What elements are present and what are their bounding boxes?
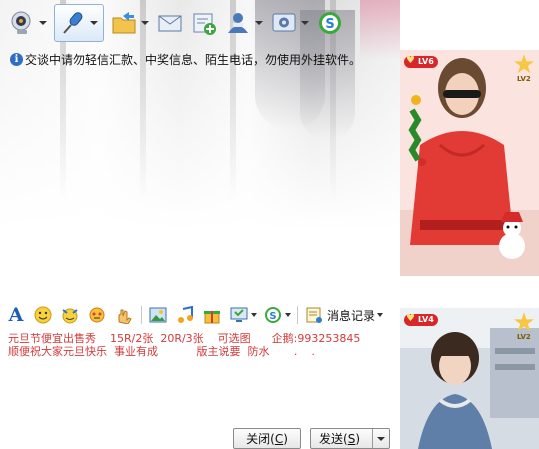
s-app-icon: S xyxy=(316,9,344,37)
chevron-down-icon[interactable] xyxy=(89,18,99,28)
screenshot-button[interactable] xyxy=(229,305,257,325)
close-hotkey: C xyxy=(274,431,284,446)
security-notice: i 交谈中请勿轻信汇款、中奖信息、陌生电话，勿使用外挂软件。 xyxy=(10,51,361,67)
message-log-label: 消息记录 xyxy=(327,308,376,323)
s-app-icon: S xyxy=(263,305,283,325)
settings-button[interactable] xyxy=(270,4,310,42)
settings-icon xyxy=(270,9,298,37)
emoji-button[interactable] xyxy=(33,305,53,325)
s-app-compose-button[interactable]: S xyxy=(263,305,291,325)
compose-toolbar: A S 消息记录 xyxy=(0,302,400,328)
nudge-button[interactable] xyxy=(114,305,134,325)
screenshot-icon xyxy=(229,305,249,325)
chevron-down-icon[interactable] xyxy=(140,18,150,28)
gift-icon xyxy=(204,311,220,324)
add-card-button[interactable] xyxy=(190,4,218,42)
star-icon: ★ LV2 xyxy=(509,310,539,341)
sticker-icon xyxy=(89,307,105,323)
hand-icon xyxy=(118,309,132,324)
info-icon: i xyxy=(10,52,23,66)
music-button[interactable] xyxy=(175,305,195,325)
svg-text:S: S xyxy=(325,17,334,32)
mail-icon xyxy=(156,9,184,37)
chevron-down-icon[interactable] xyxy=(300,18,310,28)
star-level: LV2 xyxy=(517,75,531,83)
send-options-dropdown[interactable] xyxy=(372,429,389,448)
toolbar-separator xyxy=(141,306,142,324)
wink-icon xyxy=(62,308,78,324)
self-avatar-panel[interactable]: LV4 ★LV2 xyxy=(400,308,539,449)
smiley-icon xyxy=(34,306,52,324)
webcam-button[interactable] xyxy=(8,4,48,42)
notice-text: 交谈中请勿轻信汇款、中奖信息、陌生电话，勿使用外挂软件。 xyxy=(25,52,362,67)
magic-emoji-button[interactable] xyxy=(87,305,107,325)
message-log-button[interactable]: 消息记录 xyxy=(304,305,383,325)
image-icon xyxy=(149,307,167,323)
star-icon: ★ LV2 xyxy=(509,52,539,83)
voice-button[interactable] xyxy=(54,4,104,42)
svg-text:S: S xyxy=(269,311,276,322)
send-button-label: 发送 xyxy=(319,432,344,446)
font-icon: A xyxy=(8,304,24,326)
send-button[interactable]: 发送(S) xyxy=(310,428,390,449)
contact-info-button[interactable] xyxy=(224,4,264,42)
message-log-icon xyxy=(304,305,324,325)
send-file-button[interactable] xyxy=(110,4,150,42)
mail-button[interactable] xyxy=(156,4,184,42)
chevron-down-icon[interactable] xyxy=(38,18,48,28)
s-app-button[interactable]: S xyxy=(316,4,344,42)
close-button-label: 关闭 xyxy=(246,432,271,446)
font-button[interactable]: A xyxy=(6,305,26,325)
level-badge: LV4 xyxy=(404,313,438,326)
chevron-down-icon xyxy=(375,313,383,317)
message-input[interactable]: 元旦节便宜出售秀 15R/2张 20R/3张 可选图 企鹅:993253845 … xyxy=(8,332,393,372)
gift-button[interactable] xyxy=(202,305,222,325)
chevron-down-icon[interactable] xyxy=(254,18,264,28)
toolbar-separator xyxy=(297,306,298,324)
level-badge: LV6 xyxy=(404,55,438,68)
send-image-button[interactable] xyxy=(148,305,168,325)
chat-toolbar: S xyxy=(0,0,400,46)
chevron-down-icon[interactable] xyxy=(283,313,291,317)
close-button[interactable]: 关闭(C) xyxy=(233,428,301,449)
animated-emoji-button[interactable] xyxy=(60,305,80,325)
star-level: LV2 xyxy=(517,333,531,341)
folder-send-icon xyxy=(110,9,138,37)
contact-avatar-panel[interactable]: LV6 ★LV2 xyxy=(400,50,539,276)
person-info-icon xyxy=(224,9,252,37)
chevron-down-icon[interactable] xyxy=(249,313,257,317)
send-hotkey: S xyxy=(347,431,356,446)
music-icon xyxy=(178,306,193,323)
microphone-icon xyxy=(59,9,87,37)
webcam-icon xyxy=(8,9,36,37)
add-card-icon xyxy=(190,9,218,37)
